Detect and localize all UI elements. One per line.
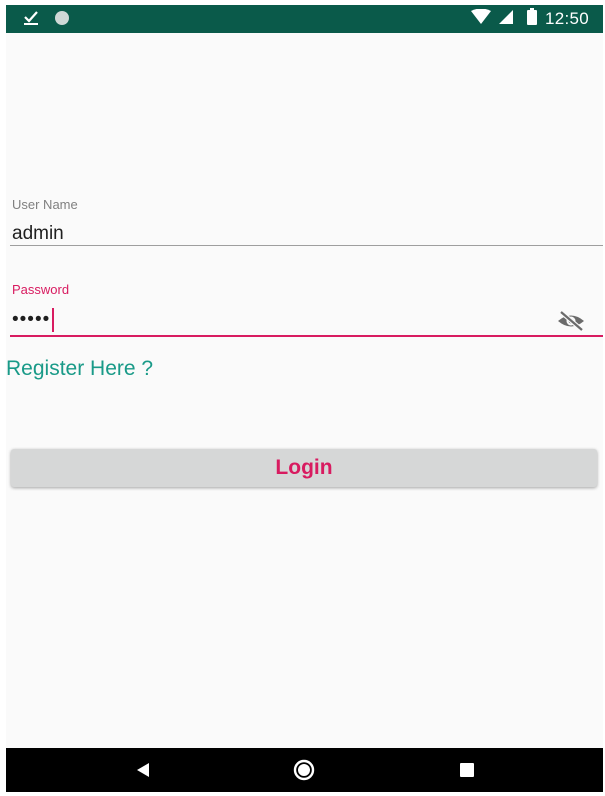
home-icon[interactable] (290, 758, 318, 782)
login-button[interactable]: Login (11, 449, 597, 487)
back-icon[interactable] (129, 758, 157, 782)
status-bar-system: 12:50 (470, 8, 589, 30)
text-caret (52, 308, 55, 332)
wifi-icon (470, 8, 491, 30)
password-masked-value: ••••• (12, 309, 51, 330)
battery-icon (526, 8, 537, 30)
download-done-icon (22, 9, 40, 32)
login-screen: 12:50 User Name admin Password ••••• Reg… (6, 5, 603, 792)
status-time: 12:50 (544, 9, 589, 28)
notification-dot-icon (54, 10, 70, 31)
status-bar-notifications (22, 9, 70, 32)
register-link[interactable]: Register Here ? (6, 357, 153, 381)
password-field[interactable]: ••••• (12, 308, 55, 332)
username-underline (10, 245, 603, 246)
recents-icon[interactable] (453, 758, 481, 782)
status-bar: 12:50 (6, 5, 603, 33)
username-field[interactable]: admin (12, 223, 64, 245)
signal-icon (498, 9, 513, 29)
password-label: Password (12, 282, 70, 297)
navigation-bar (6, 748, 603, 792)
password-underline (10, 335, 603, 337)
username-label: User Name (12, 197, 78, 212)
eye-off-icon[interactable] (556, 309, 586, 333)
